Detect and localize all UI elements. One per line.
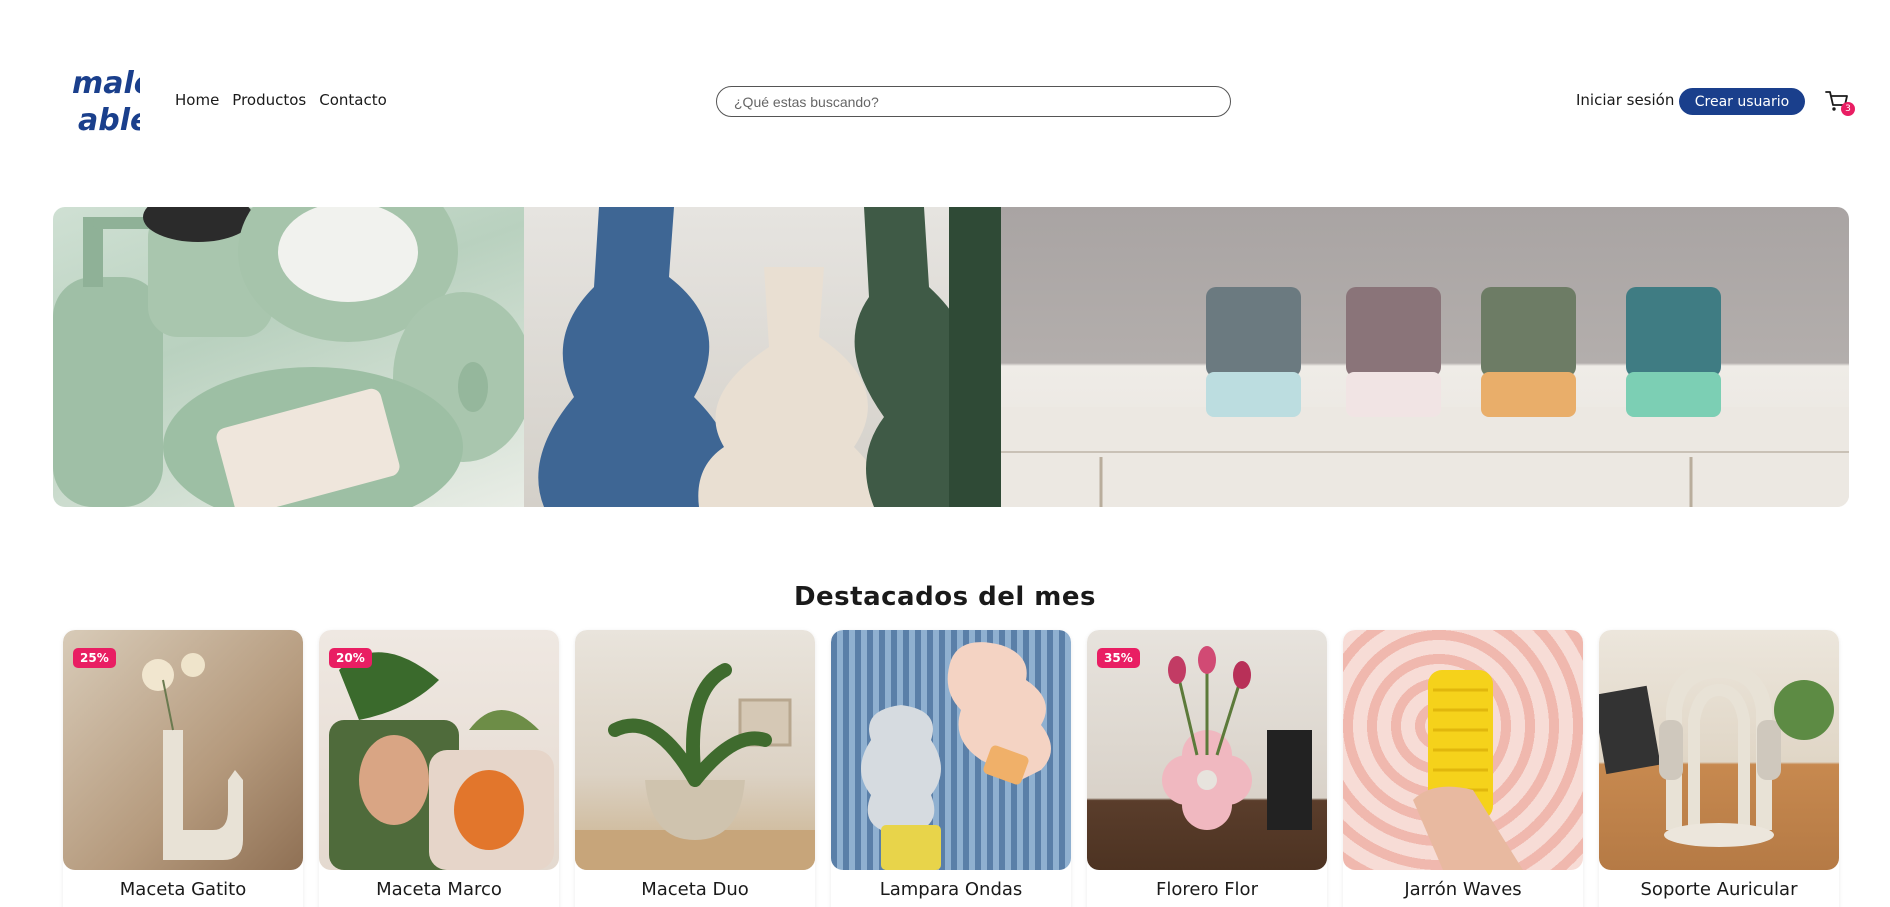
section-title: Destacados del mes (793, 582, 1097, 612)
product-card[interactable]: 25% Maceta Gatito (63, 630, 303, 907)
product-image (1599, 630, 1839, 870)
nav-productos[interactable]: Productos (232, 91, 306, 109)
product-name: Maceta Gatito (119, 879, 247, 900)
product-name: Maceta Marco (376, 879, 502, 900)
svg-text:male: male (72, 66, 140, 101)
banner-image-lamps (1001, 207, 1849, 507)
product-name: Lampara Ondas (879, 879, 1023, 900)
product-name: Soporte Auricular (1640, 879, 1798, 900)
main-nav: Home Productos Contacto (175, 91, 387, 109)
nav-contacto[interactable]: Contacto (319, 91, 387, 109)
site-header: male able Home Productos Contacto Inicia… (0, 0, 1890, 200)
product-name: Maceta Duo (641, 879, 749, 900)
create-user-button[interactable]: Crear usuario (1679, 88, 1805, 115)
banner-image-bathroom-set (53, 207, 524, 507)
product-card[interactable]: 20% Maceta Marco (319, 630, 559, 907)
product-card[interactable]: 35% Florero Flor (1087, 630, 1327, 907)
product-card[interactable]: Jarrón Waves (1343, 630, 1583, 907)
banner-image-vases (524, 207, 1001, 507)
cart-count-badge: 3 (1841, 102, 1855, 116)
brand-logo-mark: male able (72, 66, 154, 138)
product-image (575, 630, 815, 870)
cart-button[interactable]: 3 (1824, 88, 1858, 120)
product-list: 25% Maceta Gatito 20% Maceta Marco Macet… (63, 630, 1839, 907)
product-card[interactable]: Maceta Duo (575, 630, 815, 907)
discount-badge: 20% (329, 648, 372, 668)
product-name: Florero Flor (1156, 879, 1258, 900)
svg-text:able: able (78, 103, 140, 138)
hero-banner (53, 207, 1849, 507)
login-link[interactable]: Iniciar sesión (1576, 91, 1674, 109)
search-input[interactable] (716, 86, 1231, 117)
discount-badge: 35% (1097, 648, 1140, 668)
product-card[interactable]: Soporte Auricular (1599, 630, 1839, 907)
nav-home[interactable]: Home (175, 91, 219, 109)
product-card[interactable]: Lampara Ondas (831, 630, 1071, 907)
discount-badge: 25% (73, 648, 116, 668)
brand-logo[interactable]: male able (70, 60, 154, 138)
product-image (1343, 630, 1583, 870)
product-image (831, 630, 1071, 870)
product-name: Jarrón Waves (1404, 879, 1522, 900)
